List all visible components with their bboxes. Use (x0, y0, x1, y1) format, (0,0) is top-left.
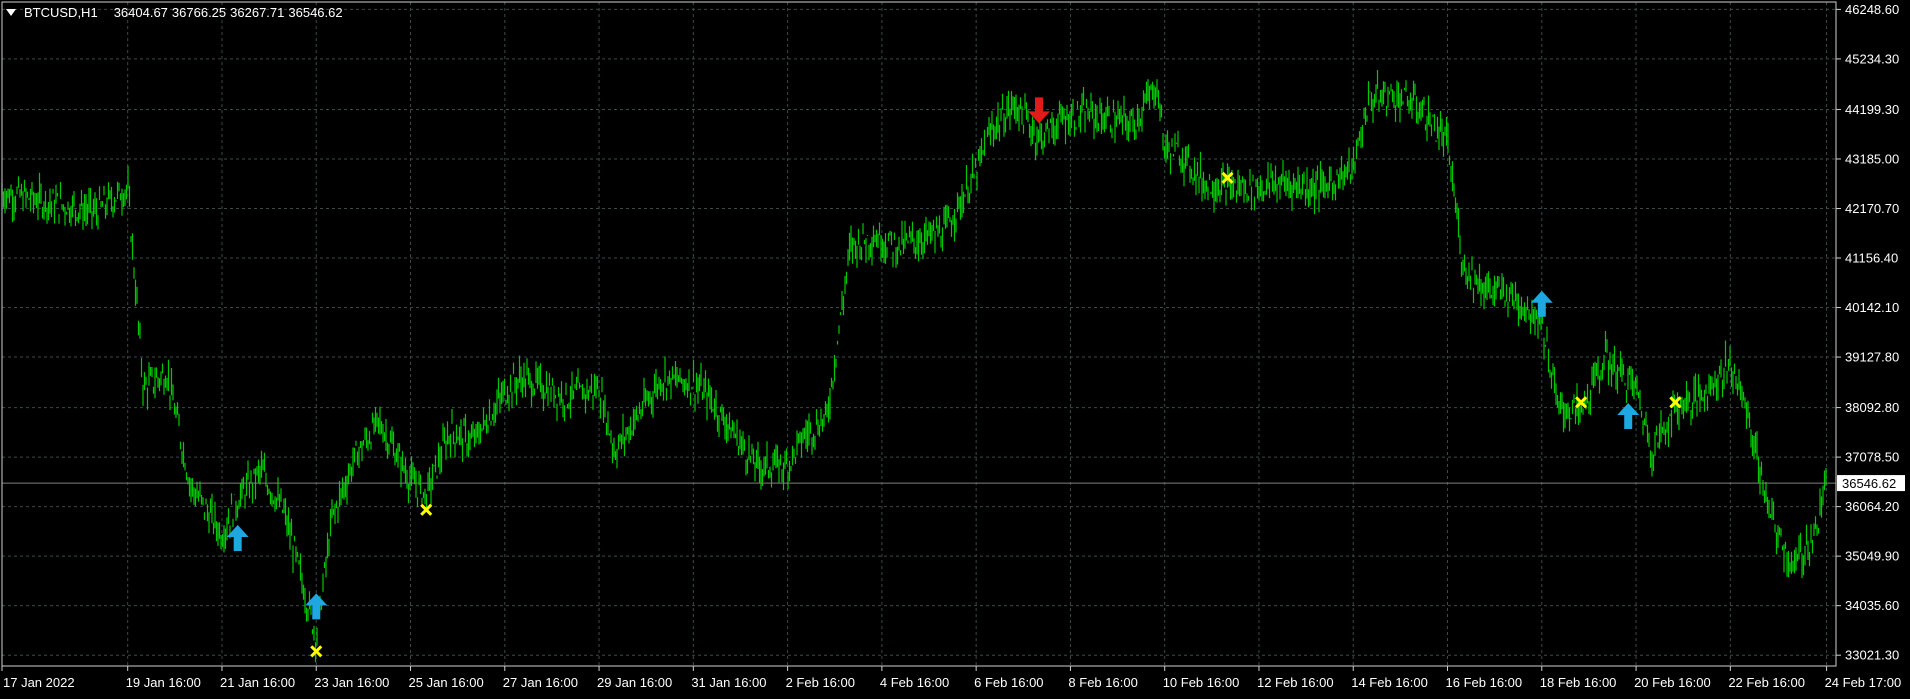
time-tick-label: 25 Jan 16:00 (409, 675, 484, 690)
time-tick-label: 31 Jan 16:00 (691, 675, 766, 690)
high-value: 36766.25 (171, 5, 227, 20)
price-tick-label: 46248.60 (1845, 2, 1899, 17)
time-tick-label: 20 Feb 16:00 (1634, 675, 1711, 690)
time-tick-label: 2 Feb 16:00 (786, 675, 855, 690)
time-tick-label: 16 Feb 16:00 (1446, 675, 1523, 690)
time-axis: 17 Jan 2022 19 Jan 16:00 21 Jan 16:00 23 Ja… (1, 666, 1902, 690)
price-tick-label: 44199.30 (1845, 102, 1899, 117)
price-tick-label: 37078.50 (1845, 450, 1899, 465)
time-tick-label: 27 Jan 16:00 (503, 675, 578, 690)
time-tick-label: 29 Jan 16:00 (597, 675, 672, 690)
price-tick-label: 33021.30 (1845, 648, 1899, 663)
price-tick-label: 43185.00 (1845, 151, 1899, 166)
current-price-label: 36546.62 (1837, 475, 1905, 492)
low-value: 36267.71 (230, 5, 285, 20)
time-tick-label: 24 Feb 17:00 (1825, 675, 1902, 690)
symbol-label: BTCUSD,H1 (24, 5, 98, 20)
price-tick-label: 39127.80 (1845, 350, 1899, 365)
time-tick-label: 14 Feb 16:00 (1351, 675, 1428, 690)
time-tick-label: 4 Feb 16:00 (880, 675, 949, 690)
current-price-value: 36546.62 (1842, 476, 1896, 491)
close-value: 36546.62 (288, 5, 343, 20)
time-tick-label: 6 Feb 16:00 (974, 675, 1043, 690)
price-chart[interactable]: 46248.60 45234.30 44199.30 43185.00 42170.70… (0, 0, 1910, 694)
time-tick-label: 21 Jan 16:00 (220, 675, 295, 690)
time-tick-label: 23 Jan 16:00 (314, 675, 389, 690)
price-tick-label: 42170.70 (1845, 201, 1899, 216)
price-axis: 46248.60 45234.30 44199.30 43185.00 42170.70… (1836, 2, 1899, 663)
price-tick-label: 45234.30 (1845, 51, 1899, 66)
price-tick-label: 34035.60 (1845, 598, 1899, 613)
plot-border (1, 1, 1837, 667)
time-tick-label: 18 Feb 16:00 (1540, 675, 1617, 690)
cross-marker-icon (1669, 396, 1682, 409)
price-tick-label: 38092.80 (1845, 400, 1899, 415)
chart-window[interactable]: 46248.60 45234.30 44199.30 43185.00 42170.70… (0, 0, 1910, 694)
price-tick-label: 41156.40 (1845, 251, 1898, 266)
dropdown-triangle-icon[interactable] (6, 9, 16, 16)
sell-arrow-icon (1028, 97, 1051, 124)
price-tick-label: 35049.90 (1845, 549, 1899, 564)
time-tick-label: 12 Feb 16:00 (1257, 675, 1334, 690)
signals (226, 97, 1682, 658)
price-tick-label: 40142.10 (1845, 300, 1899, 315)
time-tick-label: 19 Jan 16:00 (126, 675, 201, 690)
time-tick-label: 22 Feb 16:00 (1728, 675, 1805, 690)
grid (1, 2, 1836, 666)
price-tick-label: 36064.20 (1845, 499, 1899, 514)
time-tick-label: 17 Jan 2022 (3, 675, 75, 690)
time-tick-label: 8 Feb 16:00 (1068, 675, 1137, 690)
open-value: 36404.67 (113, 5, 168, 20)
time-tick-label: 10 Feb 16:00 (1163, 675, 1240, 690)
chart-title-bar[interactable]: BTCUSD,H1 36404.67 36766.25 36267.71 365… (6, 5, 343, 20)
